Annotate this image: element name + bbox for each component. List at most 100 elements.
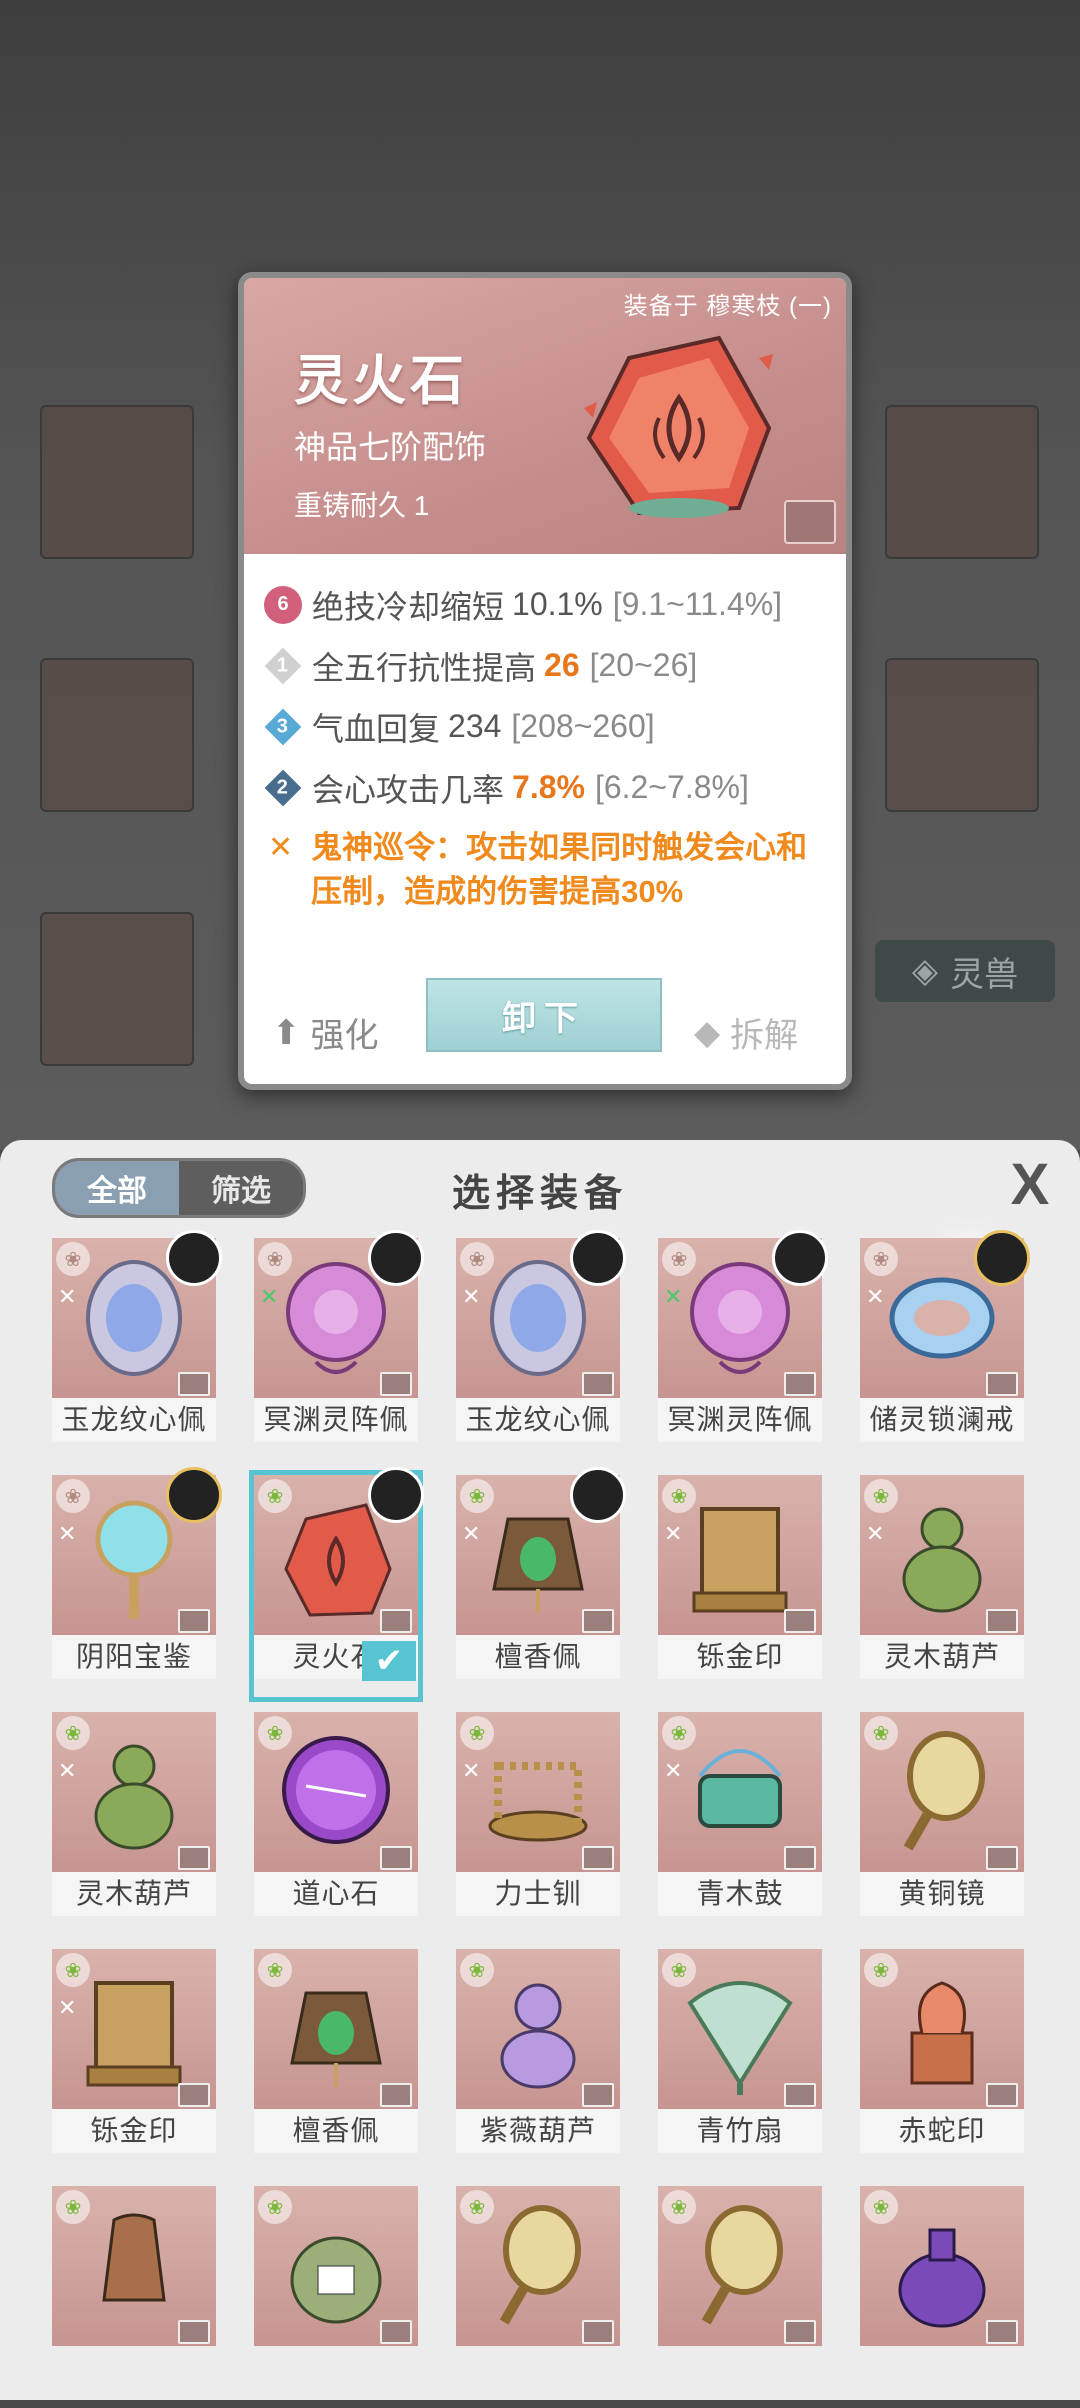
bg-equip-slot-armor: [40, 658, 194, 812]
close-button[interactable]: X: [1000, 1152, 1060, 1217]
set-mark-icon: ✕: [664, 1758, 683, 1783]
brass-mirror-icon: [499, 2205, 581, 2325]
equipment-tile[interactable]: ❀ ✕ 玉龙纹心佩: [456, 1230, 626, 1460]
equipment-tile[interactable]: ❀ 黄铜镜: [860, 1712, 1024, 1934]
purple-orb-icon: [282, 1736, 390, 1844]
dismantle-icon: ◆: [694, 1013, 721, 1052]
equipment-tile[interactable]: ❀ ✕ 铄金印: [658, 1475, 822, 1697]
dismantle-button[interactable]: ◆ 拆解: [694, 1008, 798, 1057]
equipment-tile[interactable]: ❀ ✕ 铄金印: [52, 1949, 216, 2171]
set-mark-icon: ✕: [58, 1758, 77, 1783]
stat-row: 3 气血回复 234 [208~260]: [264, 696, 834, 757]
lock-tag-icon: [986, 2083, 1018, 2107]
lock-tag-icon: [380, 2320, 412, 2344]
wearer-avatar: [570, 1230, 626, 1286]
set-mark-icon: ✕: [260, 1284, 279, 1309]
equipment-name: 冥渊灵阵佩: [254, 1398, 418, 1442]
bg-equip-slot-weapon: [40, 405, 194, 559]
quality-icon: ❀: [258, 1242, 292, 1276]
lock-tag-icon: [986, 1609, 1018, 1633]
equipment-tile[interactable]: ❀: [52, 2186, 216, 2408]
equipment-tile[interactable]: ❀: [860, 2186, 1024, 2408]
equipment-name: 冥渊灵阵佩: [658, 1398, 822, 1442]
bg-equip-slot-accessory2: [885, 658, 1039, 812]
equipment-tile[interactable]: ❀ ✕ 灵木葫芦: [52, 1712, 216, 1934]
quality-icon: ❀: [864, 1716, 898, 1750]
green-drum-icon: [698, 1749, 782, 1828]
lock-tag-icon: [582, 1609, 614, 1633]
enhance-button[interactable]: ⬆ 强化: [272, 1008, 379, 1057]
equipment-tile[interactable]: ❀ ✕ 阴阳宝鉴: [52, 1467, 222, 1697]
lock-tag-icon: [380, 2083, 412, 2107]
lock-tag-icon: [784, 1609, 816, 1633]
golden-seal-icon: [86, 1981, 182, 2087]
quality-icon: ❀: [56, 1479, 90, 1513]
set-effect-icon: ✕: [268, 831, 294, 864]
equipment-tile[interactable]: ❀: [658, 2186, 822, 2408]
dismantle-label: 拆解: [730, 1017, 799, 1055]
equipment-tile[interactable]: ❀: [456, 2186, 620, 2408]
unequip-button[interactable]: 卸下: [426, 978, 662, 1052]
equipment-tile[interactable]: ❀ ✕ 青木鼓: [658, 1712, 822, 1934]
equipment-tile[interactable]: ❀ ✕ 冥渊灵阵佩: [658, 1230, 828, 1460]
quality-icon: ❀: [460, 1953, 494, 1987]
item-title: 灵火石: [294, 351, 468, 411]
stat-value: 234: [448, 708, 502, 744]
stat-row: 2 会心攻击几率 7.8% [6.2~7.8%]: [264, 757, 834, 818]
equipment-tile[interactable]: ❀ ✕ 灵木葫芦: [860, 1475, 1024, 1697]
lock-tag-icon: [582, 1372, 614, 1396]
set-mark-icon: ✕: [664, 1521, 683, 1546]
quality-icon: ❀: [864, 1242, 898, 1276]
bamboo-fan-icon: [687, 1981, 793, 2095]
equipment-tile[interactable]: ❀ ✕ 檀香佩: [456, 1467, 626, 1697]
equipment-name: 青木鼓: [658, 1872, 822, 1916]
stat-value: 7.8%: [512, 769, 585, 805]
equipment-name: 檀香佩: [456, 1635, 620, 1679]
equipment-name: 青竹扇: [658, 2109, 822, 2153]
special-effect-text: 鬼神巡令：攻击如果同时触发会心和压制，造成的伤害提高30%: [311, 830, 808, 909]
wearer-avatar: [368, 1467, 424, 1523]
equipment-tile[interactable]: ❀ 灵火石 ✔: [249, 1467, 424, 1702]
stat-range: [208~260]: [511, 708, 655, 744]
quality-icon: ❀: [460, 1479, 494, 1513]
rank-diamond-icon: 3: [264, 708, 302, 746]
selected-check-icon: ✔: [362, 1641, 416, 1681]
equipment-name: 力士钏: [456, 1872, 620, 1916]
lock-tag-icon[interactable]: [784, 500, 836, 544]
wearer-avatar: [570, 1467, 626, 1523]
equipment-select-panel: 全部 筛选 选择装备 X ❀ ✕ 玉龙纹心佩 ❀ ✕ 冥渊灵阵佩 ❀ ✕ 玉龙纹心佩 ❀ ✕ 冥渊灵阵…: [0, 1140, 1080, 2400]
equipment-tile[interactable]: ❀ 赤蛇印: [860, 1949, 1024, 2171]
golden-seal-icon: [692, 1507, 788, 1613]
equipment-tile[interactable]: ❀ 檀香佩: [254, 1949, 418, 2171]
stat-label: 全五行抗性提高: [312, 649, 537, 686]
equipment-name: 铄金印: [658, 1635, 822, 1679]
wood-gourd-icon: [902, 1507, 982, 1613]
stat-label: 会心攻击几率: [312, 771, 505, 808]
equipment-name: 紫薇葫芦: [456, 2109, 620, 2153]
equipment-tile[interactable]: ❀ ✕ 冥渊灵阵佩: [254, 1230, 424, 1460]
sandalwood-pendant-icon: [290, 1991, 382, 2087]
rank-diamond-icon: 1: [264, 647, 302, 685]
panel-title: 选择装备: [451, 1173, 628, 1215]
red-snake-seal-icon: [910, 1981, 974, 2085]
quality-icon: ❀: [864, 1953, 898, 1987]
set-mark-icon: ✕: [58, 1995, 77, 2020]
equipment-tile[interactable]: ❀ ✕ 玉龙纹心佩: [52, 1230, 222, 1460]
bracelet-coil-icon: [488, 1762, 588, 1842]
spirit-beast-icon: ◈: [911, 952, 939, 990]
lock-tag-icon: [380, 1372, 412, 1396]
set-mark-icon: ✕: [58, 1521, 77, 1546]
quality-icon: ❀: [56, 2190, 90, 2224]
quality-icon: ❀: [56, 1242, 90, 1276]
equipment-tile[interactable]: ❀ 道心石: [254, 1712, 418, 1934]
equipment-tile[interactable]: ❀ ✕ 储灵锁澜戒: [860, 1230, 1030, 1460]
wearer-avatar: [166, 1467, 222, 1523]
equipment-name: 赤蛇印: [860, 2109, 1024, 2153]
quality-icon: ❀: [662, 1953, 696, 1987]
equipment-tile[interactable]: ❀ 青竹扇: [658, 1949, 822, 2171]
bg-spirit-beast-tab: ◈ 灵兽: [875, 940, 1055, 1002]
purple-gourd-icon: [500, 1983, 576, 2089]
equipment-tile[interactable]: ❀ 紫薇葫芦: [456, 1949, 620, 2171]
equipment-tile[interactable]: ❀: [254, 2186, 418, 2408]
equipment-tile[interactable]: ❀ ✕ 力士钏: [456, 1712, 620, 1934]
